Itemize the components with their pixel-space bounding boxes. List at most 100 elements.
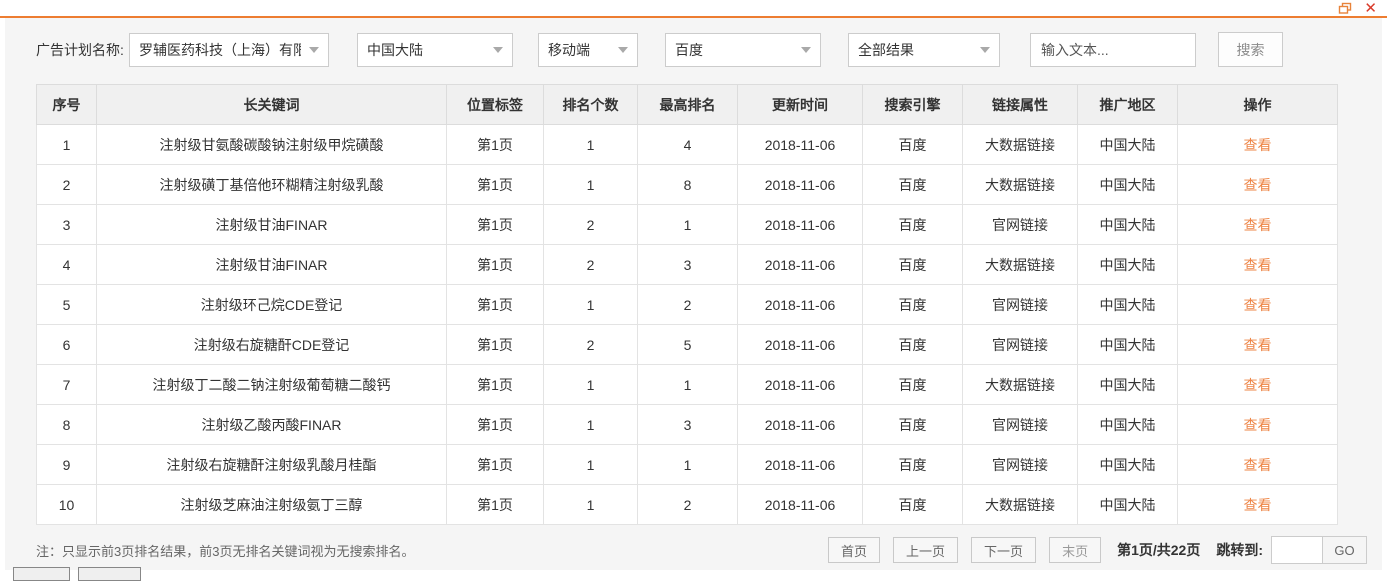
cell-position-tag: 第1页 <box>446 244 544 285</box>
next-page-button[interactable]: 下一页 <box>971 537 1037 563</box>
cell-best-rank: 2 <box>637 484 738 525</box>
cell-position-tag: 第1页 <box>446 444 544 485</box>
table-row: 10 注射级芝麻油注射级氨丁三醇 第1页 1 2 2018-11-06 百度 大数据链接 中国大… <box>36 484 1338 525</box>
column-header-rank-count: 排名个数 <box>543 84 638 125</box>
view-link[interactable]: 查看 <box>1244 377 1272 393</box>
view-link[interactable]: 查看 <box>1244 417 1272 433</box>
cell-region: 中国大陆 <box>1077 444 1178 485</box>
search-button[interactable]: 搜索 <box>1218 32 1283 67</box>
plan-select-value: 罗辅医药科技（上海）有限公... <box>139 41 301 58</box>
table-row: 2 注射级磺丁基倍他环糊精注射级乳酸 第1页 1 8 2018-11-06 百度 大数据链接中… <box>36 164 1338 205</box>
restore-window-icon[interactable] <box>1338 2 1352 15</box>
cell-region: 中国大陆 <box>1077 164 1178 205</box>
chevron-down-icon <box>618 46 628 53</box>
view-link[interactable]: 查看 <box>1244 297 1272 313</box>
jump-group: GO <box>1271 536 1367 564</box>
cell-keyword: 注射级甘油FINAR <box>96 244 447 285</box>
cell-link-type: 官网链接 <box>962 444 1078 485</box>
cell-search-engine: 百度 <box>862 444 963 485</box>
cell-update-time: 2018-11-06 <box>737 244 863 285</box>
cell-link-type: 大数据链接 <box>962 484 1078 525</box>
result-select[interactable]: 全部结果 <box>848 32 1000 67</box>
cell-position-tag: 第1页 <box>446 324 544 365</box>
cell-region: 中国大陆 <box>1077 204 1178 245</box>
cell-link-type: 大数据链接 <box>962 124 1078 165</box>
view-link[interactable]: 查看 <box>1244 497 1272 513</box>
cell-region: 中国大陆 <box>1077 124 1178 165</box>
view-link[interactable]: 查看 <box>1244 217 1272 233</box>
cell-action: 查看 <box>1177 484 1338 525</box>
last-page-button[interactable]: 末页 <box>1049 537 1102 563</box>
cell-best-rank: 1 <box>637 444 738 485</box>
column-header-best-rank: 最高排名 <box>637 84 738 125</box>
cell-index: 6 <box>36 324 97 365</box>
cell-rank-count: 2 <box>543 324 638 365</box>
cell-position-tag: 第1页 <box>446 164 544 205</box>
cell-update-time: 2018-11-06 <box>737 164 863 205</box>
cell-region: 中国大陆 <box>1077 404 1178 445</box>
engine-select[interactable]: 百度 <box>665 32 821 67</box>
table-row: 7 注射级丁二酸二钠注射级葡萄糖二酸钙 第1页 1 1 2018-11-06 百度 大数据链接… <box>36 364 1338 405</box>
result-select-value: 全部结果 <box>858 41 914 58</box>
column-header-search-engine: 搜索引擎 <box>862 84 963 125</box>
prev-page-button[interactable]: 上一页 <box>893 537 959 563</box>
cell-rank-count: 1 <box>543 444 638 485</box>
cell-search-engine: 百度 <box>862 244 963 285</box>
cell-link-type: 大数据链接 <box>962 164 1078 205</box>
cell-keyword: 注射级芝麻油注射级氨丁三醇 <box>96 484 447 525</box>
cell-keyword: 注射级右旋糖酐CDE登记 <box>96 324 447 365</box>
cell-action: 查看 <box>1177 284 1338 325</box>
cell-search-engine: 百度 <box>862 164 963 205</box>
cell-index: 1 <box>36 124 97 165</box>
cell-index: 9 <box>36 444 97 485</box>
cell-region: 中国大陆 <box>1077 364 1178 405</box>
first-page-button[interactable]: 首页 <box>828 537 881 563</box>
bottom-partial-button-2[interactable] <box>78 567 141 581</box>
cell-position-tag: 第1页 <box>446 404 544 445</box>
column-header-update-time: 更新时间 <box>737 84 863 125</box>
device-select[interactable]: 移动端 <box>538 32 638 67</box>
cell-best-rank: 3 <box>637 404 738 445</box>
cell-action: 查看 <box>1177 164 1338 205</box>
title-bar: ✕ <box>0 0 1387 18</box>
cell-keyword: 注射级右旋糖酐注射级乳酸月桂酯 <box>96 444 447 485</box>
search-input[interactable] <box>1030 32 1196 67</box>
cell-position-tag: 第1页 <box>446 364 544 405</box>
view-link[interactable]: 查看 <box>1244 177 1272 193</box>
chevron-down-icon <box>801 46 811 53</box>
region-select[interactable]: 中国大陆 <box>357 32 513 67</box>
view-link[interactable]: 查看 <box>1244 337 1272 353</box>
close-icon: ✕ <box>1364 0 1377 17</box>
cell-keyword: 注射级甘氨酸碳酸钠注射级甲烷磺酸 <box>96 124 447 165</box>
view-link[interactable]: 查看 <box>1244 257 1272 273</box>
cell-link-type: 大数据链接 <box>962 244 1078 285</box>
close-window-icon[interactable]: ✕ <box>1364 0 1377 17</box>
plan-name-label: 广告计划名称: <box>36 41 124 58</box>
cell-region: 中国大陆 <box>1077 484 1178 525</box>
cell-position-tag: 第1页 <box>446 124 544 165</box>
column-header-position-tag: 位置标签 <box>446 84 544 125</box>
cell-update-time: 2018-11-06 <box>737 284 863 325</box>
jump-page-input[interactable] <box>1271 536 1323 564</box>
cell-search-engine: 百度 <box>862 324 963 365</box>
cell-region: 中国大陆 <box>1077 244 1178 285</box>
cell-action: 查看 <box>1177 444 1338 485</box>
main-panel: 广告计划名称: 罗辅医药科技（上海）有限公... 中国大陆 移动端 百度 全部结… <box>5 18 1382 570</box>
window-controls: ✕ <box>1338 0 1377 17</box>
cell-search-engine: 百度 <box>862 484 963 525</box>
view-link[interactable]: 查看 <box>1244 457 1272 473</box>
plan-select[interactable]: 罗辅医药科技（上海）有限公... <box>129 32 329 67</box>
ranking-note: 注：只显示前3页排名结果，前3页无排名关键词视为无搜索排名。 <box>36 543 415 559</box>
view-link[interactable]: 查看 <box>1244 137 1272 153</box>
table-row: 6 注射级右旋糖酐CDE登记 第1页 2 5 2018-11-06 百度 官网链接 中国大陆 查看 <box>36 324 1338 365</box>
cell-link-type: 官网链接 <box>962 324 1078 365</box>
cell-index: 3 <box>36 204 97 245</box>
table-row: 1 注射级甘氨酸碳酸钠注射级甲烷磺酸 第1页 1 4 2018-11-06 百度 大数据链接中… <box>36 124 1338 165</box>
cell-link-type: 大数据链接 <box>962 364 1078 405</box>
cell-best-rank: 1 <box>637 364 738 405</box>
column-header-region: 推广地区 <box>1077 84 1178 125</box>
cell-action: 查看 <box>1177 324 1338 365</box>
bottom-partial-button-1[interactable] <box>13 567 70 581</box>
cell-best-rank: 3 <box>637 244 738 285</box>
go-button[interactable]: GO <box>1322 536 1367 564</box>
